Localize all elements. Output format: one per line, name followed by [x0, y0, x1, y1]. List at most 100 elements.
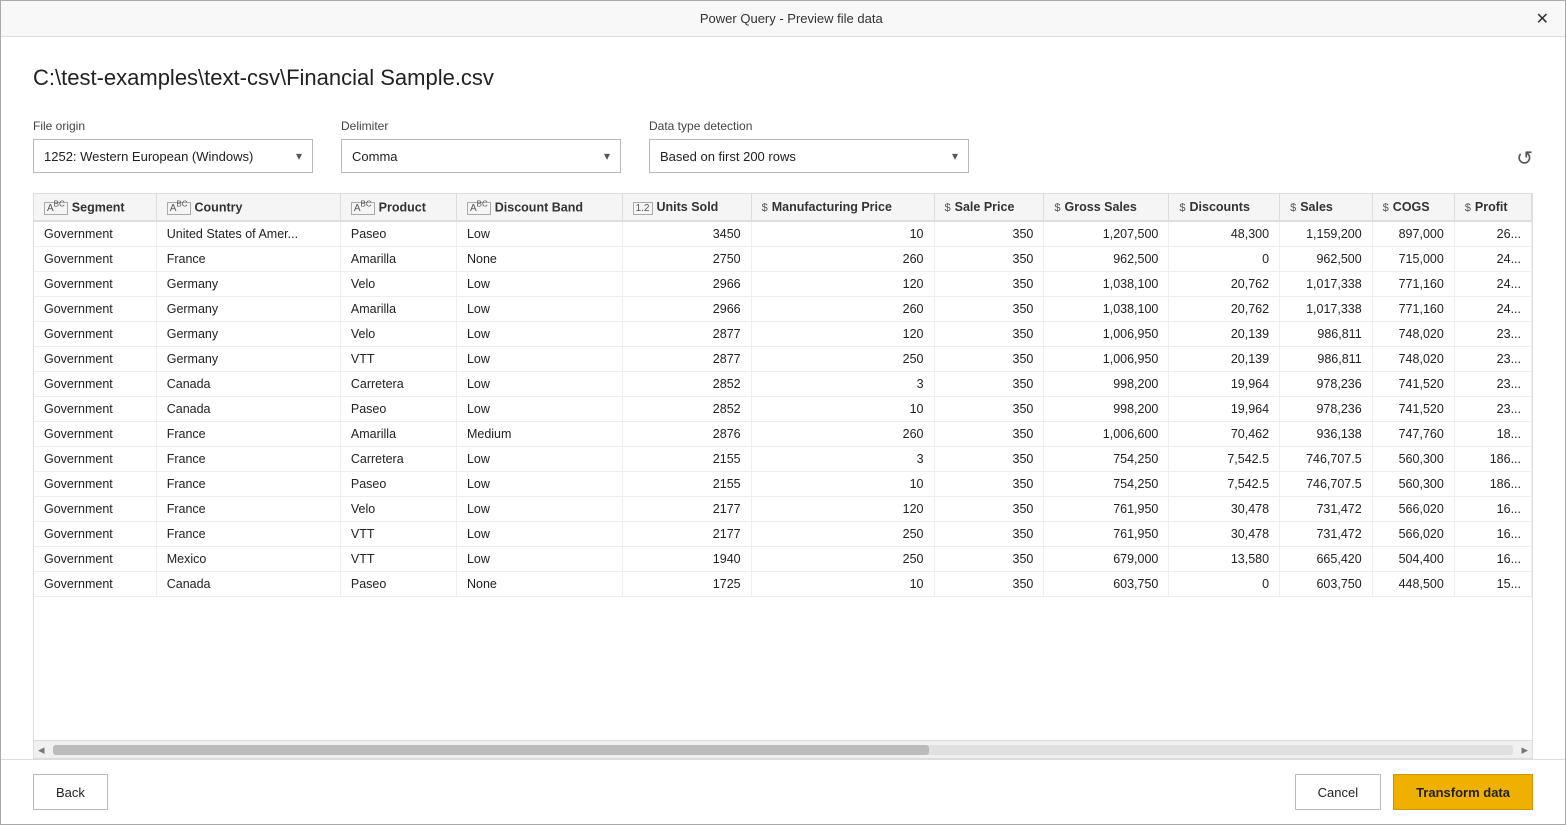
- table-cell: 26...: [1454, 221, 1531, 247]
- dialog: Power Query - Preview file data ✕ C:\tes…: [0, 0, 1566, 825]
- col-header-discount-band: ABCDiscount Band: [456, 194, 622, 221]
- table-cell: France: [156, 472, 340, 497]
- delimiter-group: Delimiter Comma ▾: [341, 119, 621, 173]
- table-cell: Low: [456, 221, 622, 247]
- table-cell: 20,762: [1169, 297, 1280, 322]
- table-cell: 998,200: [1044, 397, 1169, 422]
- table-cell: Low: [456, 322, 622, 347]
- table-cell: Velo: [340, 497, 456, 522]
- table-cell: 761,950: [1044, 522, 1169, 547]
- table-cell: Velo: [340, 272, 456, 297]
- table-container: ABCSegmentABCCountryABCProductABCDiscoun…: [33, 193, 1533, 759]
- horizontal-scrollbar[interactable]: ◂ ▸: [34, 740, 1532, 758]
- table-cell: 761,950: [1044, 497, 1169, 522]
- table-cell: 250: [751, 547, 934, 572]
- scroll-right-icon[interactable]: ▸: [1517, 742, 1532, 758]
- table-cell: Amarilla: [340, 422, 456, 447]
- transform-data-button[interactable]: Transform data: [1393, 774, 1533, 810]
- table-row: GovernmentFranceCarreteraLow21553350754,…: [34, 447, 1532, 472]
- table-cell: 13,580: [1169, 547, 1280, 572]
- scroll-left-icon[interactable]: ◂: [34, 742, 49, 758]
- table-cell: None: [456, 247, 622, 272]
- cancel-button[interactable]: Cancel: [1295, 774, 1381, 810]
- table-cell: Paseo: [340, 221, 456, 247]
- table-cell: 679,000: [1044, 547, 1169, 572]
- table-wrapper[interactable]: ABCSegmentABCCountryABCProductABCDiscoun…: [34, 194, 1532, 740]
- table-cell: Low: [456, 522, 622, 547]
- scrollbar-thumb[interactable]: [53, 745, 930, 755]
- table-cell: Carretera: [340, 447, 456, 472]
- table-cell: 2966: [622, 297, 751, 322]
- table-cell: 1,017,338: [1280, 272, 1373, 297]
- table-cell: 2155: [622, 472, 751, 497]
- table-cell: 350: [934, 347, 1044, 372]
- table-cell: France: [156, 522, 340, 547]
- table-cell: Government: [34, 372, 156, 397]
- table-cell: 350: [934, 322, 1044, 347]
- table-cell: Low: [456, 472, 622, 497]
- table-cell: Government: [34, 297, 156, 322]
- table-cell: 30,478: [1169, 497, 1280, 522]
- table-cell: 10: [751, 572, 934, 597]
- table-cell: 120: [751, 322, 934, 347]
- table-row: GovernmentCanadaCarreteraLow28523350998,…: [34, 372, 1532, 397]
- table-cell: VTT: [340, 522, 456, 547]
- table-cell: 998,200: [1044, 372, 1169, 397]
- table-cell: France: [156, 422, 340, 447]
- table-cell: 23...: [1454, 372, 1531, 397]
- data-type-detection-label: Data type detection: [649, 119, 969, 133]
- refresh-button[interactable]: ↺: [1516, 146, 1533, 173]
- table-cell: 746,707.5: [1280, 447, 1373, 472]
- dialog-footer: Back Cancel Transform data: [1, 759, 1565, 824]
- table-header-row: ABCSegmentABCCountryABCProductABCDiscoun…: [34, 194, 1532, 221]
- table-cell: 2877: [622, 347, 751, 372]
- table-cell: 754,250: [1044, 472, 1169, 497]
- table-cell: 560,300: [1372, 447, 1454, 472]
- table-row: GovernmentFrancePaseoLow215510350754,250…: [34, 472, 1532, 497]
- table-cell: Government: [34, 247, 156, 272]
- table-row: GovernmentGermanyVeloLow28771203501,006,…: [34, 322, 1532, 347]
- scrollbar-track[interactable]: [53, 745, 1514, 755]
- table-cell: Carretera: [340, 372, 456, 397]
- table-cell: Mexico: [156, 547, 340, 572]
- table-cell: 1,038,100: [1044, 272, 1169, 297]
- table-cell: 741,520: [1372, 397, 1454, 422]
- table-cell: Government: [34, 397, 156, 422]
- table-row: GovernmentCanadaPaseoLow285210350998,200…: [34, 397, 1532, 422]
- table-cell: Germany: [156, 347, 340, 372]
- table-cell: 186...: [1454, 447, 1531, 472]
- refresh-icon: ↺: [1516, 146, 1533, 171]
- table-cell: 3: [751, 372, 934, 397]
- file-origin-select[interactable]: 1252: Western European (Windows) ▾: [33, 139, 313, 173]
- table-cell: 986,811: [1280, 347, 1373, 372]
- table-cell: 18...: [1454, 422, 1531, 447]
- table-cell: Canada: [156, 372, 340, 397]
- table-cell: Low: [456, 547, 622, 572]
- data-type-detection-select[interactable]: Based on first 200 rows ▾: [649, 139, 969, 173]
- table-cell: 260: [751, 247, 934, 272]
- table-cell: Government: [34, 572, 156, 597]
- table-cell: VTT: [340, 347, 456, 372]
- table-cell: 2750: [622, 247, 751, 272]
- back-button[interactable]: Back: [33, 774, 108, 810]
- table-cell: Medium: [456, 422, 622, 447]
- table-cell: 350: [934, 472, 1044, 497]
- table-cell: 0: [1169, 247, 1280, 272]
- table-cell: 2177: [622, 497, 751, 522]
- table-cell: 350: [934, 547, 1044, 572]
- table-cell: 978,236: [1280, 372, 1373, 397]
- table-cell: 566,020: [1372, 522, 1454, 547]
- table-cell: 16...: [1454, 547, 1531, 572]
- table-cell: 23...: [1454, 322, 1531, 347]
- table-cell: 747,760: [1372, 422, 1454, 447]
- table-cell: 1940: [622, 547, 751, 572]
- table-cell: 7,542.5: [1169, 447, 1280, 472]
- table-cell: 120: [751, 497, 934, 522]
- col-header-gross-sales: $Gross Sales: [1044, 194, 1169, 221]
- delimiter-select[interactable]: Comma ▾: [341, 139, 621, 173]
- table-cell: Government: [34, 522, 156, 547]
- data-type-detection-chevron-icon: ▾: [952, 149, 958, 163]
- table-cell: 748,020: [1372, 322, 1454, 347]
- table-cell: VTT: [340, 547, 456, 572]
- close-button[interactable]: ✕: [1536, 9, 1549, 29]
